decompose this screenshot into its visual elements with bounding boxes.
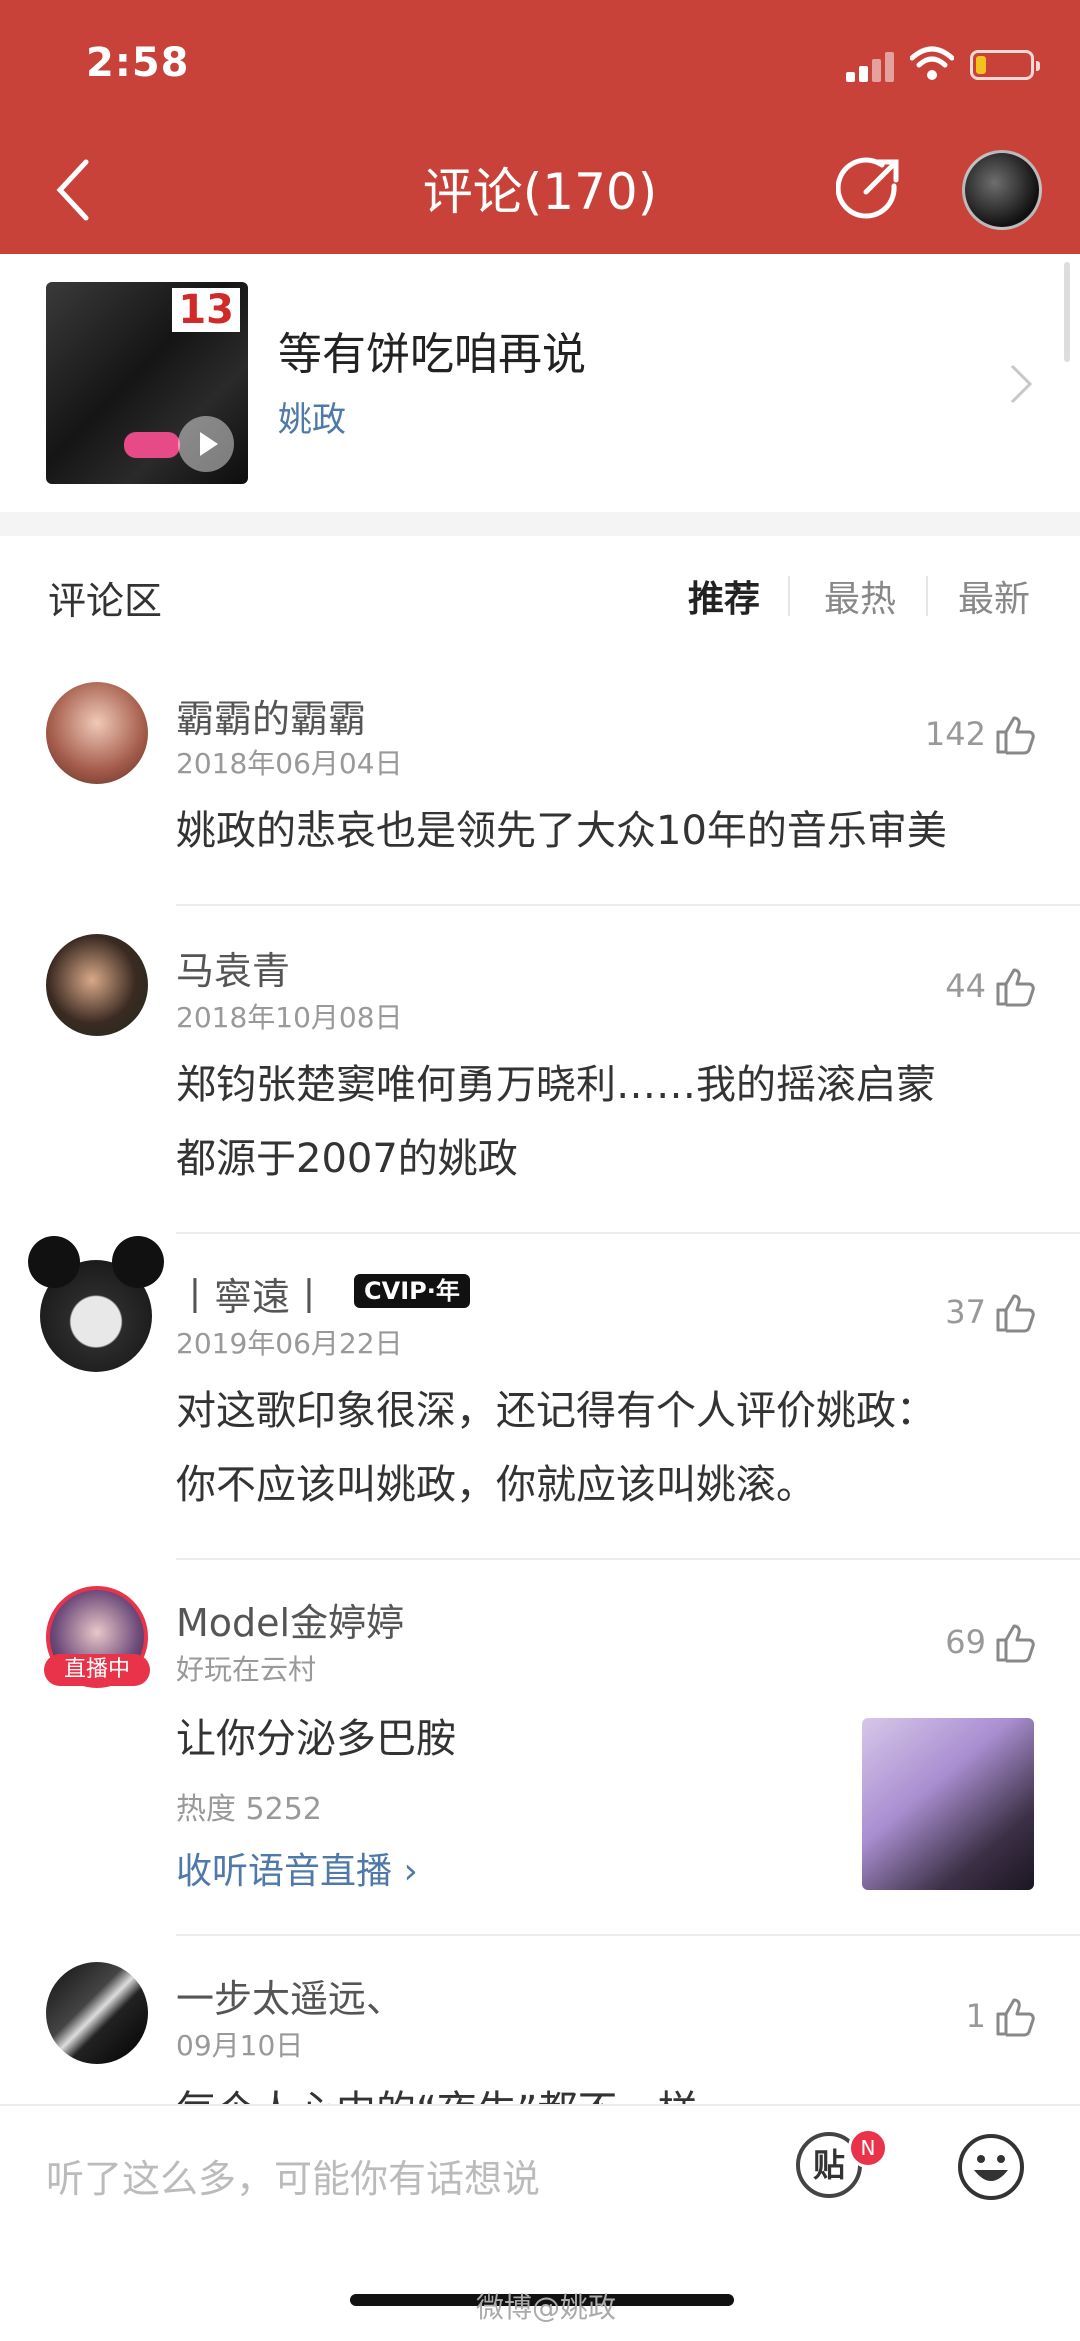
album-cover[interactable]: 13	[46, 282, 248, 484]
avatar-ear-left	[28, 1236, 80, 1288]
comment-divider	[176, 1558, 1080, 1560]
tab-newest[interactable]: 最新	[958, 570, 1030, 622]
thumbs-up-icon	[996, 968, 1035, 1007]
comment-author[interactable]: 丨寧遠丨	[176, 1266, 328, 1321]
comment-divider	[176, 1232, 1080, 1234]
like-count: 1	[965, 1997, 986, 2035]
status-time: 2:58	[86, 40, 190, 86]
chevron-right-icon	[1010, 364, 1033, 404]
comment-text: 都源于2007的姚政	[176, 1136, 518, 1182]
notification-badge: N	[848, 2128, 888, 2168]
live-thumbnail[interactable]	[862, 1718, 1034, 1890]
avatar-ear-right	[112, 1236, 164, 1288]
song-artist[interactable]: 姚政	[278, 392, 346, 441]
like-button[interactable]: 44	[945, 964, 1038, 1008]
comment-date: 2018年06月04日	[176, 747, 403, 780]
like-count: 44	[945, 967, 986, 1005]
song-title: 等有饼吃咱再说	[278, 329, 586, 380]
avatar[interactable]	[46, 1962, 148, 2064]
comment-author[interactable]: 马袁青	[176, 940, 290, 995]
scrollbar[interactable]	[1064, 262, 1070, 362]
thumbs-up-icon	[996, 1624, 1035, 1663]
live-badge[interactable]: 直播中	[44, 1654, 150, 1686]
tab-separator	[788, 576, 790, 616]
comment-text: 让你分泌多巴胺	[176, 1716, 456, 1762]
comment-text: 郑钧张楚窦唯何勇万晓利……我的摇滚启蒙	[176, 1062, 936, 1108]
comment-input[interactable]: 听了这么多，可能你有话想说	[46, 2148, 540, 2203]
comments-section-title: 评论区	[48, 579, 163, 623]
comment-date: 09月10日	[176, 2029, 304, 2062]
comment-date: 2019年06月22日	[176, 1327, 403, 1360]
header-bar: 2:58 评论(170)	[0, 0, 1080, 254]
like-count: 69	[945, 1623, 986, 1661]
comment-text: 对这歌印象很深，还记得有个人评价姚政：	[176, 1388, 936, 1434]
tab-hottest[interactable]: 最热	[824, 570, 896, 622]
thumbs-up-icon	[996, 1294, 1035, 1333]
watermark: 微博@姚政	[476, 2291, 617, 2324]
cover-badge: 13	[172, 288, 240, 332]
like-count: 37	[945, 1293, 986, 1331]
listen-live-link[interactable]: 收听语音直播 ›	[176, 1842, 418, 1894]
comment-date: 2018年10月08日	[176, 1001, 403, 1034]
comment-divider	[176, 1934, 1080, 1936]
comment-author[interactable]: Model金婷婷	[176, 1592, 404, 1647]
comment-subtitle: 好玩在云村	[176, 1653, 317, 1686]
wifi-icon	[910, 46, 954, 80]
comment-text: 你不应该叫姚政，你就应该叫姚滚。	[176, 1462, 816, 1508]
signal-icon	[846, 50, 896, 82]
comment-author[interactable]: 霸霸的霸霸	[176, 688, 366, 743]
vip-badge[interactable]: CVIP·年	[354, 1274, 470, 1308]
like-count: 142	[924, 715, 986, 753]
tab-recommended[interactable]: 推荐	[688, 570, 760, 622]
cover-logo	[124, 432, 180, 458]
tab-separator	[926, 576, 928, 616]
page-title: 评论(170)	[422, 163, 658, 221]
avatar[interactable]	[46, 682, 148, 784]
comment-author[interactable]: 一步太遥远、	[176, 1968, 404, 2023]
emoji-icon[interactable]	[956, 2132, 1026, 2202]
thumbs-up-icon	[996, 1998, 1035, 2037]
heat-label: 热度 5252	[176, 1792, 322, 1827]
like-button[interactable]: 37	[945, 1290, 1038, 1334]
comment-divider	[176, 904, 1080, 906]
like-button[interactable]: 1	[966, 1994, 1038, 2038]
thumbs-up-icon	[996, 716, 1035, 755]
now-playing-avatar[interactable]	[962, 150, 1042, 230]
share-button[interactable]	[836, 156, 902, 222]
like-button[interactable]: 142	[925, 712, 1038, 756]
comment-text: 姚政的悲哀也是领先了大众10年的音乐审美	[176, 808, 947, 854]
avatar[interactable]	[46, 934, 148, 1036]
like-button[interactable]: 69	[945, 1620, 1038, 1664]
song-card[interactable]: 13 等有饼吃咱再说 姚政	[0, 254, 1080, 512]
battery-icon	[970, 50, 1040, 80]
play-icon[interactable]	[178, 416, 234, 472]
section-divider	[0, 512, 1080, 536]
